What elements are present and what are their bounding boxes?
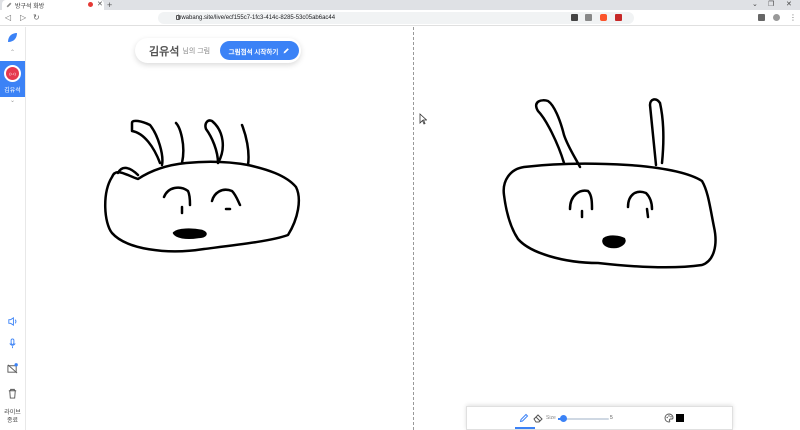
brave-shield-icon[interactable]: [600, 14, 607, 21]
recording-indicator-icon: [88, 2, 93, 7]
size-value: 5: [610, 415, 613, 421]
app-logo-icon: [8, 33, 17, 42]
browser-tab[interactable]: 방구석 화방 ✕: [2, 0, 104, 10]
extension-badge-icon[interactable]: [615, 14, 622, 21]
my-canvas[interactable]: [414, 27, 800, 430]
url-text: hwabang.site/live/ecf155c7-1fc3-414c-828…: [178, 15, 336, 21]
favicon-icon: [6, 2, 12, 8]
speaker-icon[interactable]: [7, 316, 18, 327]
window-dropdown-button[interactable]: ⌄: [752, 0, 758, 10]
tab-title: 방구석 화방: [15, 3, 45, 10]
reference-canvas[interactable]: [26, 27, 413, 430]
participant-name: 김유석: [4, 88, 21, 94]
browser-tab-strip: 방구석 화방 ✕ + ⌄ ❐ – ✕: [0, 0, 800, 10]
size-label: Size: [546, 415, 556, 421]
forward-icon[interactable]: ▷: [20, 13, 26, 23]
current-color-swatch[interactable]: [676, 414, 684, 422]
chevron-up-icon[interactable]: ⌃: [0, 49, 25, 56]
screen-share-icon[interactable]: [585, 14, 592, 21]
window-restore-button[interactable]: ❐: [768, 0, 774, 10]
eraser-tool-icon[interactable]: [533, 413, 543, 423]
reload-icon[interactable]: ↻: [33, 13, 40, 23]
mouse-pointer-icon: [419, 113, 427, 125]
chevron-down-icon[interactable]: ⌄: [0, 97, 25, 104]
pencil-tool-icon[interactable]: [519, 413, 529, 423]
browser-toolbar: ◁ ▷ ↻ hwabang.site/live/ecf155c7-1fc3-41…: [0, 10, 800, 26]
trash-icon[interactable]: [7, 388, 18, 399]
leave-label-line2: 종료: [6, 418, 19, 424]
sidebar: ⌃ (•.•) 김유석 ⌄ 라이브 종료: [0, 27, 26, 430]
drawing-toolbar: Size 5: [466, 406, 733, 430]
profile-icon[interactable]: [773, 14, 780, 21]
back-icon[interactable]: ◁: [5, 13, 11, 23]
microphone-icon[interactable]: [7, 338, 18, 349]
leave-label-line1: 라이브: [4, 410, 21, 416]
size-slider[interactable]: [558, 415, 609, 422]
extensions-puzzle-icon[interactable]: [758, 14, 765, 21]
address-bar[interactable]: hwabang.site/live/ecf155c7-1fc3-414c-828…: [158, 12, 634, 24]
avatar: (•.•): [4, 65, 21, 82]
my-rabbit-drawing: [502, 98, 717, 269]
menu-icon[interactable]: ⋮: [789, 13, 797, 23]
size-slider-thumb[interactable]: [560, 415, 568, 422]
new-tab-button[interactable]: +: [107, 0, 112, 10]
screen-share-off-icon[interactable]: [7, 363, 18, 374]
window-close-button[interactable]: ✕: [786, 0, 792, 10]
leave-live-button[interactable]: 라이브 종료: [0, 409, 25, 425]
reference-rabbit-drawing: [104, 119, 300, 253]
active-tool-indicator: [515, 427, 535, 429]
lock-icon[interactable]: [176, 15, 180, 20]
tab-close-icon[interactable]: ✕: [97, 0, 103, 10]
camera-icon[interactable]: [571, 14, 578, 21]
participant-tile[interactable]: (•.•) 김유석: [0, 61, 25, 97]
drawing-area: 김유석 님의 그림 그림점석 시작하기 Size 5: [26, 27, 800, 430]
canvas-divider: [413, 27, 414, 430]
palette-icon[interactable]: [664, 413, 674, 423]
